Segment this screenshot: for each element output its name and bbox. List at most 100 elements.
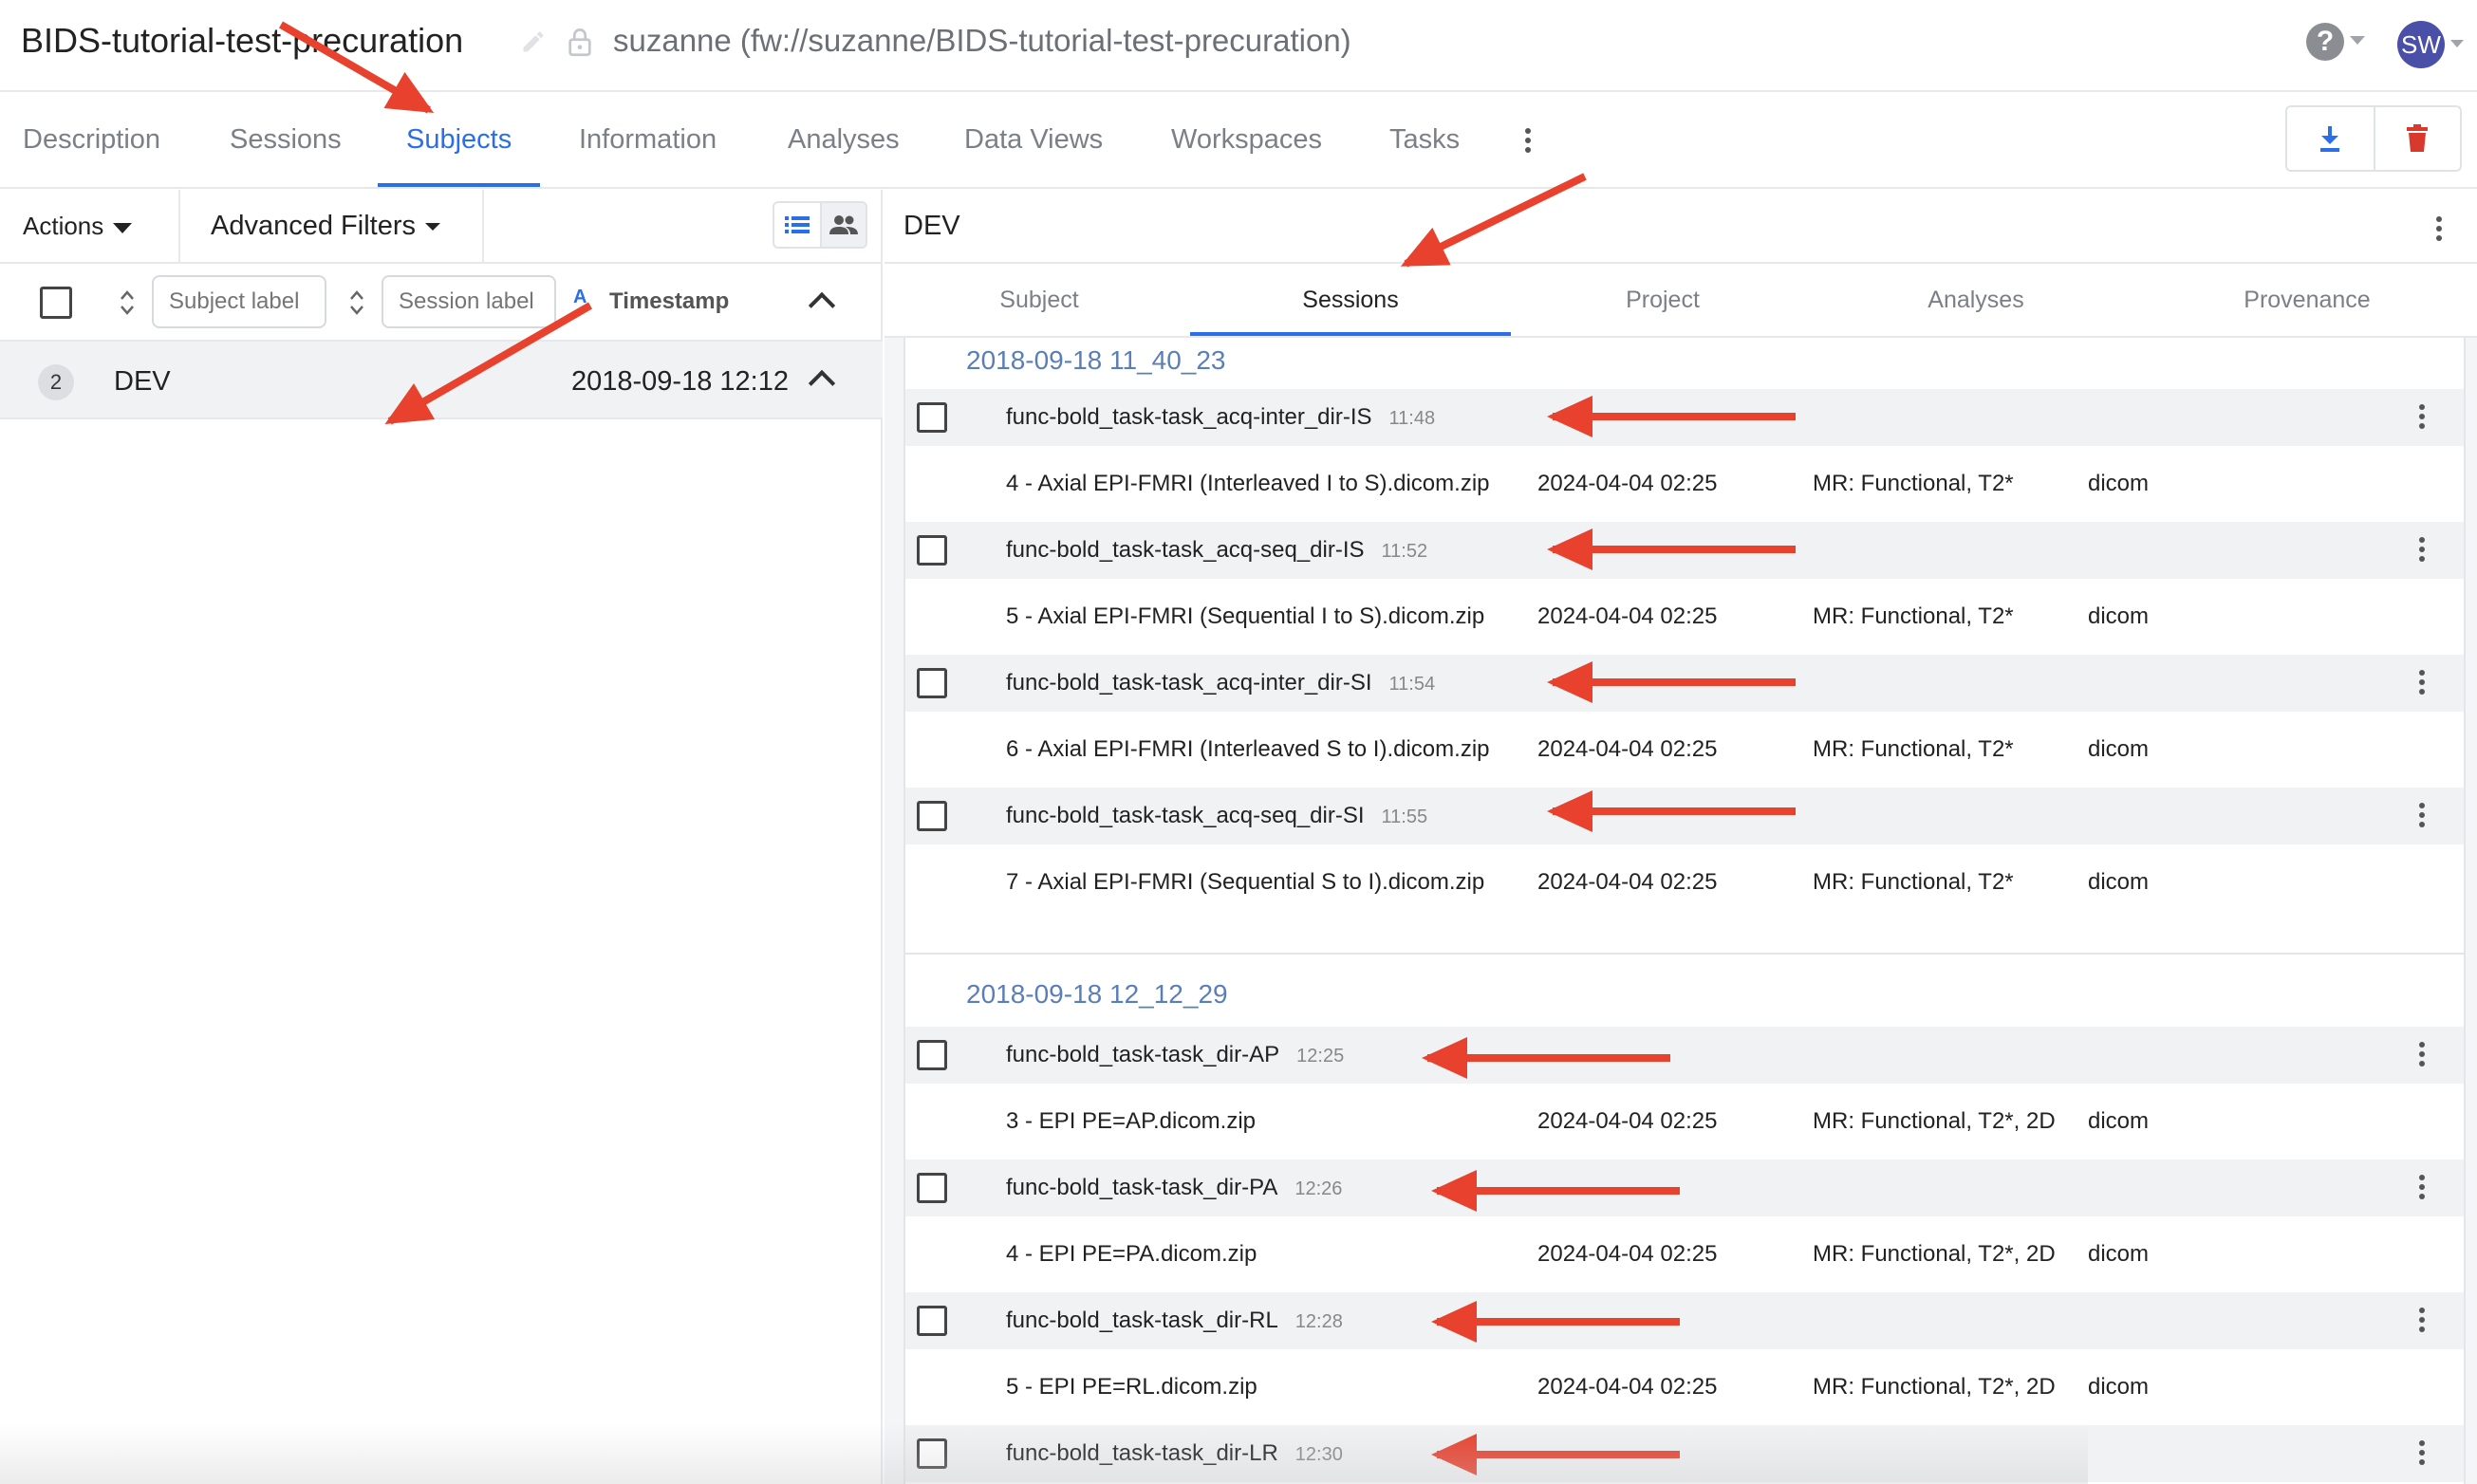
acquisition-time: 11:52 (1381, 541, 1428, 562)
acquisition-label: func-bold_task-task_dir-RL 12:28 (1006, 1308, 1343, 1334)
tab-sessions[interactable]: Sessions (1190, 264, 1511, 336)
file-date: 2024-04-04 02:25 (1537, 471, 1718, 496)
file-name[interactable]: 3 - EPI PE=AP.dicom.zip (1006, 1108, 1256, 1135)
acquisition-checkbox[interactable] (917, 1173, 947, 1203)
acquisition-checkbox[interactable] (917, 801, 947, 831)
caret-down-icon (425, 223, 440, 232)
tab-action-group (2285, 105, 2462, 172)
acquisition-checkbox[interactable] (917, 1040, 947, 1070)
more-options-icon[interactable] (2418, 1175, 2426, 1203)
actions-label: Actions (23, 212, 104, 240)
subjects-list-panel: Actions Advanced Filters Subject label S… (0, 190, 883, 1484)
file-type: dicom (2088, 1108, 2150, 1134)
chevron-down-icon[interactable] (2350, 36, 2365, 45)
acquisition-time: 12:30 (1294, 1444, 1343, 1465)
file-row[interactable]: 5 - EPI PE=RL.dicom.zip 2024-04-04 02:25… (905, 1349, 2464, 1425)
file-row[interactable]: 6 - Axial EPI-FMRI (Interleaved S to I).… (905, 712, 2464, 788)
tab-subject[interactable]: Subject (885, 264, 1194, 336)
acquisition-row[interactable]: func-bold_task-task_dir-PA 12:26 (905, 1159, 2464, 1216)
acquisition-time: 12:28 (1294, 1311, 1343, 1332)
more-options-icon[interactable] (2418, 1308, 2426, 1336)
advanced-filters-button[interactable]: Advanced Filters (182, 190, 484, 262)
file-type: dicom (2088, 603, 2150, 629)
file-date: 2024-04-04 02:25 (1537, 736, 1718, 762)
file-name[interactable]: 5 - Axial EPI-FMRI (Sequential I to S).d… (1006, 603, 1484, 630)
acquisition-time: 11:48 (1388, 408, 1436, 429)
file-date: 2024-04-04 02:25 (1537, 1108, 1718, 1134)
file-row[interactable]: 3 - EPI PE=AP.dicom.zip 2024-04-04 02:25… (905, 1084, 2464, 1159)
more-options-icon[interactable] (2418, 404, 2426, 433)
acquisition-row[interactable]: func-bold_task-task_dir-AP 12:25 (905, 1027, 2464, 1084)
project-tabs: Description Sessions Subjects Informatio… (0, 94, 2477, 189)
more-options-icon[interactable] (2418, 1440, 2426, 1469)
delete-button[interactable] (2373, 107, 2460, 170)
subject-label-input[interactable] (152, 275, 326, 328)
more-options-icon[interactable] (2418, 1042, 2426, 1070)
sort-icon[interactable] (349, 288, 364, 317)
session-card: 2018-09-18 12_12_29 func-bold_task-task_… (903, 953, 2466, 1484)
file-row[interactable]: 7 - Axial EPI-FMRI (Sequential S to I).d… (905, 844, 2464, 920)
download-button[interactable] (2287, 107, 2374, 170)
question-circle-icon[interactable]: ? (2306, 23, 2344, 61)
subject-label[interactable]: DEV (114, 366, 171, 398)
tab-information[interactable]: Information (550, 94, 745, 187)
more-tabs-icon[interactable] (1524, 128, 1532, 157)
more-options-icon[interactable] (2418, 537, 2426, 566)
tab-project[interactable]: Project (1511, 264, 1815, 336)
session-date[interactable]: 2018-09-18 12_12_29 (966, 979, 1228, 1010)
select-all-checkbox[interactable] (40, 287, 72, 319)
tab-workspaces[interactable]: Workspaces (1143, 94, 1350, 187)
acquisition-label: func-bold_task-task_dir-PA 12:26 (1006, 1175, 1342, 1201)
sort-icon[interactable] (120, 288, 135, 317)
acquisition-label-text: func-bold_task-task_dir-PA (1006, 1175, 1278, 1200)
tab-sessions[interactable]: Sessions (201, 94, 370, 187)
acquisition-row[interactable]: func-bold_task-task_dir-LR 12:30 (905, 1425, 2464, 1482)
tab-analyses[interactable]: Analyses (759, 94, 928, 187)
timestamp-header[interactable]: Timestamp (609, 288, 729, 315)
session-count-badge: 2 (38, 364, 74, 400)
avatar[interactable]: SW (2397, 21, 2445, 68)
file-classification: MR: Functional, T2*, 2D (1813, 1108, 2056, 1134)
tab-description[interactable]: Description (0, 94, 189, 187)
annotation-arrow (1553, 678, 1796, 686)
acquisition-row[interactable]: func-bold_task-task_dir-RL 12:28 (905, 1292, 2464, 1349)
grouped-view-button[interactable] (820, 203, 866, 247)
chevron-down-icon[interactable] (2450, 40, 2464, 47)
file-name[interactable]: 6 - Axial EPI-FMRI (Interleaved S to I).… (1006, 736, 1490, 763)
project-path: suzanne (fw://suzanne/BIDS-tutorial-test… (613, 23, 1351, 58)
pencil-icon[interactable] (520, 28, 547, 55)
acquisition-checkbox[interactable] (917, 402, 947, 433)
subjects-filter-row: A Timestamp (0, 264, 883, 342)
tab-tasks[interactable]: Tasks (1361, 94, 1488, 187)
acquisition-checkbox[interactable] (917, 668, 947, 698)
file-name[interactable]: 5 - EPI PE=RL.dicom.zip (1006, 1374, 1257, 1401)
file-name[interactable]: 4 - Axial EPI-FMRI (Interleaved I to S).… (1006, 471, 1490, 497)
file-row[interactable]: 4 - Axial EPI-FMRI (Interleaved I to S).… (905, 446, 2464, 522)
session-date[interactable]: 2018-09-18 11_40_23 (966, 345, 1226, 376)
subject-row[interactable]: 2 DEV 2018-09-18 12:12 (0, 342, 883, 419)
session-label-input[interactable] (382, 275, 556, 328)
tab-data-views[interactable]: Data Views (936, 94, 1131, 187)
file-row[interactable]: 5 - Axial EPI-FMRI (Sequential I to S).d… (905, 579, 2464, 655)
more-options-icon[interactable] (2435, 216, 2443, 245)
actions-dropdown[interactable]: Actions (0, 190, 180, 262)
tab-analyses[interactable]: Analyses (1815, 264, 2137, 336)
tab-provenance[interactable]: Provenance (2137, 264, 2477, 336)
sessions-scroll-area[interactable]: 2018-09-18 11_40_23 func-bold_task-task_… (885, 338, 2477, 1484)
subject-detail-tabs: Subject Sessions Project Analyses Proven… (885, 264, 2477, 338)
more-options-icon[interactable] (2418, 670, 2426, 698)
chevron-up-icon[interactable] (808, 291, 836, 320)
file-name[interactable]: 4 - EPI PE=PA.dicom.zip (1006, 1241, 1257, 1268)
file-name[interactable]: 7 - Axial EPI-FMRI (Sequential S to I).d… (1006, 869, 1484, 896)
acquisition-checkbox[interactable] (917, 535, 947, 566)
acquisition-row[interactable]: func-bold_task-task_acq-seq_dir-SI 11:55 (905, 788, 2464, 844)
file-row[interactable]: 4 - EPI PE=PA.dicom.zip 2024-04-04 02:25… (905, 1216, 2464, 1292)
acquisition-checkbox[interactable] (917, 1306, 947, 1336)
acquisition-label-text: func-bold_task-task_acq-inter_dir-SI (1006, 670, 1372, 696)
users-icon (829, 215, 858, 234)
chevron-up-icon[interactable] (808, 369, 836, 398)
list-view-button[interactable] (774, 203, 820, 247)
acquisition-checkbox[interactable] (917, 1438, 947, 1469)
more-options-icon[interactable] (2418, 803, 2426, 831)
subjects-toolbar: Actions Advanced Filters (0, 190, 883, 264)
